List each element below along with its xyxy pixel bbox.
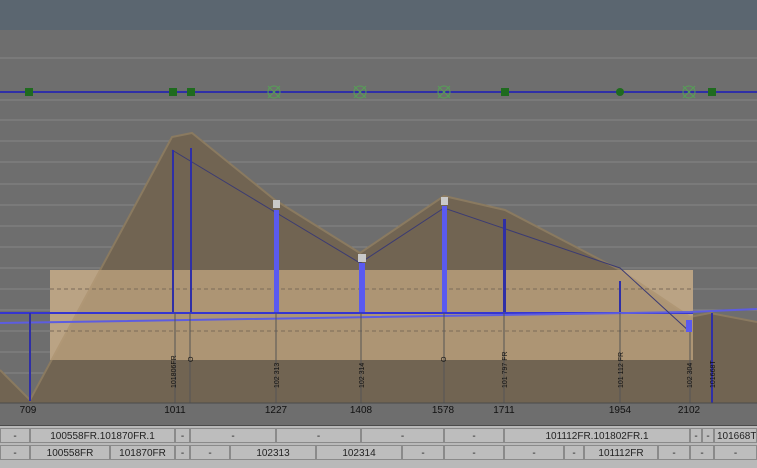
station-tick: 2102 [677,405,701,416]
station-tick: 1408 [349,405,373,416]
table-cell[interactable]: - [175,445,190,460]
table-cell[interactable]: - [0,445,30,460]
table-cell[interactable]: 100558FR.101870FR.1 [30,428,175,443]
profile-table: - 100558FR.101870FR.1 - - - - - 101112FR… [0,425,757,468]
structure-O-2 [442,206,447,312]
table-cell[interactable]: - [658,445,690,460]
structure-101806FR [172,150,174,312]
table-cell[interactable]: - [276,428,361,443]
table-cell[interactable]: - [175,428,190,443]
table-row: - 100558FR 101870FR - - 102313 102314 - … [0,445,757,461]
structure-102313 [274,210,279,312]
table-cell[interactable]: - [504,445,564,460]
table-cell[interactable]: - [690,428,702,443]
table-cell[interactable]: 102313 [230,445,316,460]
structure-101668T [711,313,713,403]
structure-102304 [686,320,692,332]
profile-canvas[interactable]: 101806FR O 102 313 102 314 O 101 797 FR … [0,0,757,425]
structure-start [29,313,31,401]
station-tick: 1711 [493,405,515,416]
table-cell[interactable]: - [564,445,584,460]
label-101806FR: 101806FR [171,355,178,388]
table-cell[interactable]: - [190,428,276,443]
node-marker [25,88,33,96]
table-row: - 100558FR.101870FR.1 - - - - - 101112FR… [0,428,757,444]
table-cell[interactable]: - [714,445,757,460]
table-cell[interactable]: 101668T [714,428,757,443]
table-cell[interactable]: - [702,428,714,443]
structure-cap [358,254,366,262]
label-102313: 102 313 [274,363,281,388]
node-marker [708,88,716,96]
station-tick: 1227 [264,405,288,416]
table-cell[interactable]: - [190,445,230,460]
structure-cap [273,200,280,208]
structure-101797FR [503,219,506,312]
station-tick: 709 [19,405,37,416]
profile-view: 101806FR O 102 313 102 314 O 101 797 FR … [0,0,757,468]
label-102314: 102 314 [359,363,366,388]
structure-O [190,148,192,312]
table-cell[interactable]: - [444,428,504,443]
label-O-2: O [441,356,448,362]
node-marker [616,88,624,96]
station-tick: 1011 [164,405,186,416]
table-cell[interactable]: 100558FR [30,445,110,460]
node-marker [187,88,195,96]
label-101112FR: 101 112 FR [618,352,625,388]
station-tick: 1578 [431,405,455,416]
label-O-1: O [188,356,195,362]
node-marker [501,88,509,96]
node-marker [169,88,177,96]
table-cell[interactable]: - [361,428,444,443]
label-101797FR: 101 797 FR [502,351,509,388]
structure-101112FR [619,281,621,312]
structure-102314 [359,263,365,312]
selection-fill [50,270,693,360]
table-cell[interactable]: - [690,445,714,460]
table-cell[interactable]: - [0,428,30,443]
table-cell[interactable]: 101112FR.101802FR.1 [504,428,690,443]
table-cell[interactable]: 101870FR [110,445,175,460]
structure-cap [441,197,448,205]
label-101668T: 101668T [710,360,717,388]
table-cell[interactable]: - [444,445,504,460]
station-tick: 1954 [608,405,632,416]
table-cell[interactable]: 102314 [316,445,402,460]
table-cell[interactable]: - [402,445,444,460]
table-cell[interactable]: 101112FR [584,445,658,460]
label-102304: 102 304 [687,363,694,388]
